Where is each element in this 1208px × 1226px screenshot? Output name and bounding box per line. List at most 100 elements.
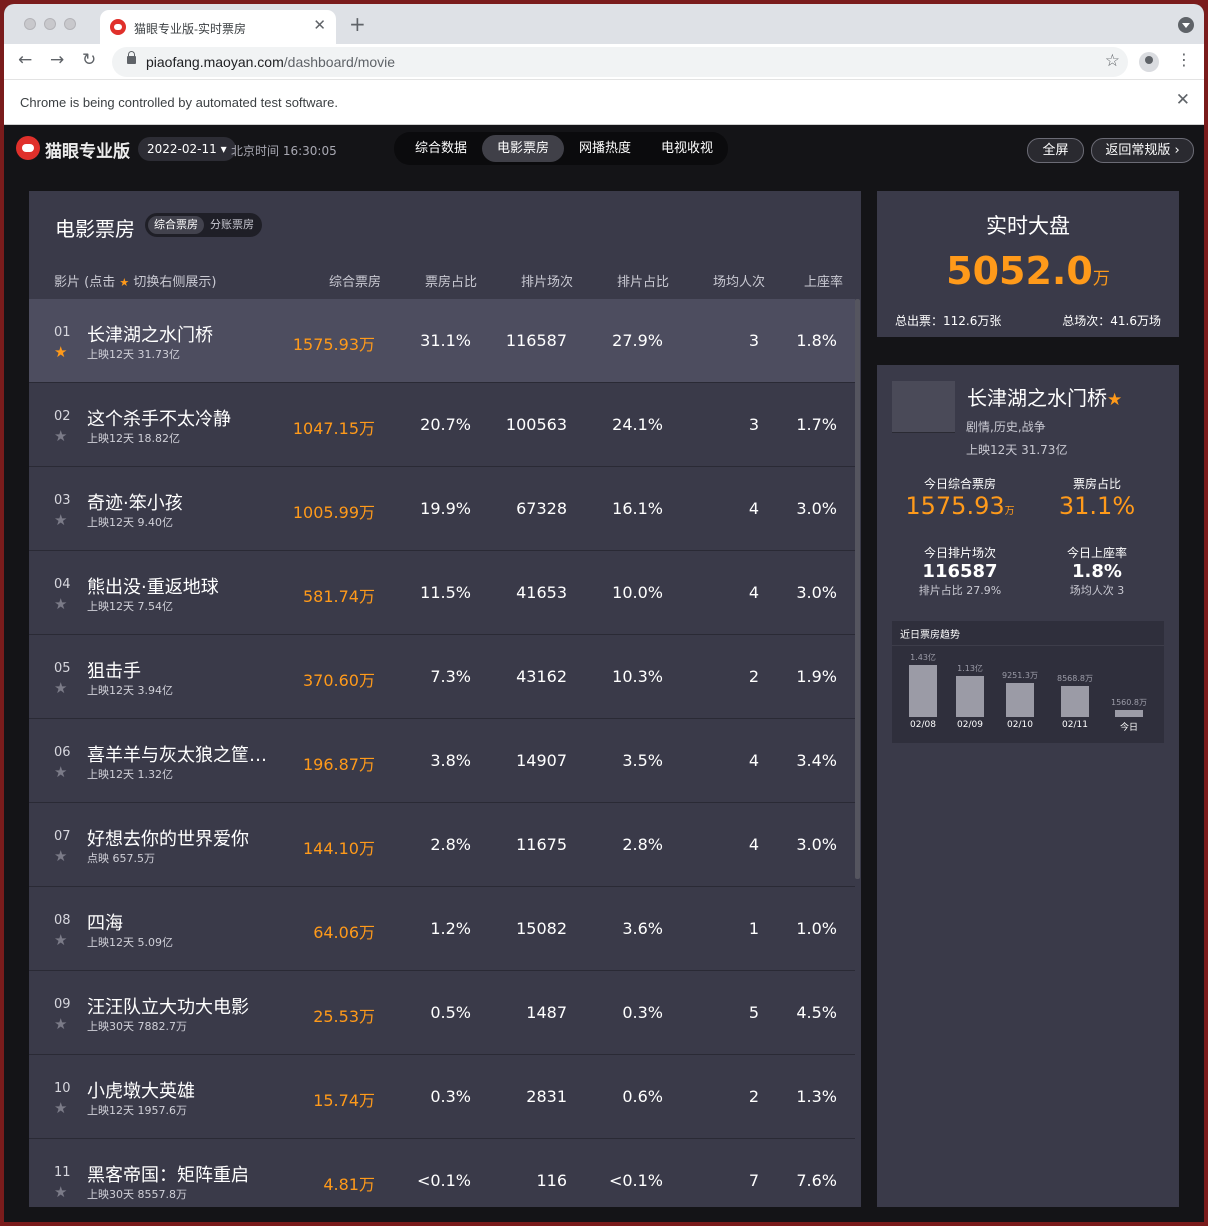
show-share-cell: 10.0% bbox=[612, 583, 663, 602]
trend-bar[interactable] bbox=[909, 665, 937, 717]
tab-search-icon[interactable] bbox=[1178, 17, 1194, 33]
box-share-cell: 0.5% bbox=[430, 1003, 471, 1022]
reload-icon[interactable]: ↻ bbox=[82, 52, 96, 69]
table-row[interactable]: 11 ★ 黑客帝国：矩阵重启 上映30天 8557.8万 4.81万 <0.1% 116 <0… bbox=[29, 1139, 855, 1207]
table-row[interactable]: 07 ★ 好想去你的世界爱你 点映 657.5万 144.10万 2.8% 11675 2.8… bbox=[29, 803, 855, 887]
movie-name: 长津湖之水门桥 bbox=[87, 325, 213, 346]
infobar-close-icon[interactable]: ✕ bbox=[1176, 92, 1190, 109]
col-seat-rate[interactable]: 上座率 bbox=[804, 271, 843, 290]
minimize-window-button[interactable] bbox=[44, 18, 56, 30]
box-share-cell: 11.5% bbox=[420, 583, 471, 602]
browser-window: 猫眼专业版-实时票房 ✕ + ← → ↻ piaofang.maoyan.com… bbox=[4, 4, 1204, 1222]
show-share-cell: 0.6% bbox=[622, 1087, 663, 1106]
col-avg-people[interactable]: 场均人次 bbox=[713, 271, 765, 290]
star-icon[interactable]: ★ bbox=[54, 345, 67, 360]
table-row[interactable]: 10 ★ 小虎墩大英雄 上映12天 1957.6万 15.74万 0.3% 2831 0.6%… bbox=[29, 1055, 855, 1139]
show-share-cell: 3.5% bbox=[622, 751, 663, 770]
seat-rate-cell: 4.5% bbox=[796, 1003, 837, 1022]
trend-date-label: 02/08 bbox=[910, 720, 936, 730]
star-icon[interactable]: ★ bbox=[54, 933, 67, 948]
trend-bar[interactable] bbox=[956, 675, 984, 717]
table-row[interactable]: 04 ★ 熊出没·重返地球 上映12天 7.54亿 581.74万 11.5% 41653 1… bbox=[29, 551, 855, 635]
col-show-share[interactable]: 排片占比 bbox=[617, 271, 669, 290]
detail-name-text: 长津湖之水门桥 bbox=[967, 386, 1107, 410]
fullscreen-button[interactable]: 全屏 bbox=[1027, 138, 1084, 163]
shows-cell: 43162 bbox=[516, 667, 567, 686]
star-icon[interactable]: ★ bbox=[54, 1017, 67, 1032]
table-row[interactable]: 01 ★ 长津湖之水门桥 上映12天 31.73亿 1575.93万 31.1% 11658… bbox=[29, 299, 855, 383]
boxoffice-cell: 4.81万 bbox=[323, 1175, 375, 1194]
app-topbar: 猫眼专业版 2022-02-11 ▾ 北京时间 16:30:05 综合数据 电影… bbox=[4, 125, 1204, 171]
table-scrollbar[interactable] bbox=[855, 299, 860, 879]
star-icon[interactable]: ★ bbox=[54, 849, 67, 864]
zoom-window-button[interactable] bbox=[64, 18, 76, 30]
tab-tv-ratings[interactable]: 电视收视 bbox=[646, 135, 728, 162]
browser-tab[interactable]: 猫眼专业版-实时票房 ✕ bbox=[100, 10, 336, 44]
trend-date-label: 02/11 bbox=[1062, 720, 1088, 730]
address-bar[interactable]: piaofang.maoyan.com/dashboard/movie ☆ bbox=[112, 47, 1128, 77]
box-share-cell: <0.1% bbox=[416, 1171, 471, 1190]
toggle-combined[interactable]: 综合票房 bbox=[148, 216, 204, 234]
tab-title: 猫眼专业版-实时票房 bbox=[134, 22, 246, 36]
table-row[interactable]: 03 ★ 奇迹·笨小孩 上映12天 9.40亿 1005.99万 19.9% 67328 16… bbox=[29, 467, 855, 551]
cat-logo-icon bbox=[16, 136, 40, 160]
back-to-classic-button[interactable]: 返回常规版 › bbox=[1091, 138, 1194, 163]
new-tab-icon[interactable]: + bbox=[349, 14, 366, 34]
date-picker[interactable]: 2022-02-11 ▾ bbox=[138, 137, 236, 161]
favorite-star-icon[interactable]: ★ bbox=[1107, 390, 1122, 410]
star-icon[interactable]: ★ bbox=[54, 1185, 67, 1200]
rank-number: 10 bbox=[54, 1081, 71, 1096]
forward-arrow-icon[interactable]: → bbox=[50, 52, 64, 69]
col-film-suffix: 切换右侧展示) bbox=[133, 275, 217, 290]
boxoffice-cell: 581.74万 bbox=[303, 587, 375, 606]
back-arrow-icon[interactable]: ← bbox=[18, 52, 32, 69]
detail-movie-name: 长津湖之水门桥★ bbox=[967, 382, 1122, 411]
boxoffice-cell: 370.60万 bbox=[303, 671, 375, 690]
star-icon[interactable]: ★ bbox=[54, 1101, 67, 1116]
logo-text: 猫眼专业版 bbox=[45, 142, 130, 162]
tab-movie-boxoffice[interactable]: 电影票房 bbox=[482, 135, 564, 162]
shows-cell: 14907 bbox=[516, 751, 567, 770]
trend-bar[interactable] bbox=[1061, 685, 1089, 717]
star-icon[interactable]: ★ bbox=[54, 513, 67, 528]
col-boxoffice[interactable]: 综合票房 bbox=[329, 271, 381, 290]
rank-number: 07 bbox=[54, 829, 71, 844]
infobar-text: Chrome is being controlled by automated … bbox=[20, 95, 338, 110]
movie-name: 喜羊羊与灰太狼之筐… bbox=[87, 745, 267, 766]
movie-release-info: 上映30天 7882.7万 bbox=[87, 1020, 187, 1033]
star-icon[interactable]: ★ bbox=[54, 681, 67, 696]
profile-avatar-icon[interactable] bbox=[1139, 52, 1159, 72]
movie-release-info: 上映12天 3.94亿 bbox=[87, 684, 173, 697]
boxoffice-cell: 1005.99万 bbox=[292, 503, 375, 522]
rank-number: 11 bbox=[54, 1165, 71, 1180]
col-shows[interactable]: 排片场次 bbox=[521, 271, 573, 290]
tab-close-icon[interactable]: ✕ bbox=[313, 18, 326, 33]
trend-bar[interactable] bbox=[1115, 710, 1143, 717]
col-box-share[interactable]: 票房占比 bbox=[425, 271, 477, 290]
stat-box-share: 票房占比 31.1% bbox=[1022, 475, 1172, 520]
tab-web-heat[interactable]: 网播热度 bbox=[564, 135, 646, 162]
avg-people-cell: 2 bbox=[748, 667, 759, 686]
close-window-button[interactable] bbox=[24, 18, 36, 30]
bookmark-star-icon[interactable]: ☆ bbox=[1105, 51, 1120, 71]
chevron-down-icon: ▾ bbox=[220, 142, 227, 156]
table-row[interactable]: 06 ★ 喜羊羊与灰太狼之筐… 上映12天 1.32亿 196.87万 3.8% 14907… bbox=[29, 719, 855, 803]
table-row[interactable]: 08 ★ 四海 上映12天 5.09亿 64.06万 1.2% 15082 3.6% 1 1.0% bbox=[29, 887, 855, 971]
seat-rate-cell: 3.0% bbox=[796, 583, 837, 602]
star-icon[interactable]: ★ bbox=[54, 597, 67, 612]
trend-bar-label: 8568.8万 bbox=[1057, 673, 1093, 683]
toggle-split[interactable]: 分账票房 bbox=[204, 216, 260, 234]
table-row[interactable]: 05 ★ 狙击手 上映12天 3.94亿 370.60万 7.3% 43162 10.3% 2 1… bbox=[29, 635, 855, 719]
table-row[interactable]: 09 ★ 汪汪队立大功大电影 上映30天 7882.7万 25.53万 0.5% 1487 0… bbox=[29, 971, 855, 1055]
stat-today-box: 今日综合票房 1575.93万 bbox=[885, 475, 1035, 520]
lock-icon[interactable] bbox=[127, 51, 136, 64]
boxoffice-table-panel: 电影票房 综合票房 分账票房 影片 (点击 ★ 切换右侧展示) 综合票房 票房占… bbox=[29, 191, 861, 1207]
star-icon[interactable]: ★ bbox=[54, 429, 67, 444]
trend-bar[interactable] bbox=[1006, 683, 1034, 717]
tab-overview[interactable]: 综合数据 bbox=[400, 135, 482, 162]
browser-menu-icon[interactable]: ⋮ bbox=[1176, 52, 1192, 68]
table-row[interactable]: 02 ★ 这个杀手不太冷静 上映12天 18.82亿 1047.15万 20.7% 1005… bbox=[29, 383, 855, 467]
star-icon[interactable]: ★ bbox=[54, 765, 67, 780]
total-unit: 万 bbox=[1092, 269, 1110, 289]
avg-people-cell: 4 bbox=[748, 499, 759, 518]
